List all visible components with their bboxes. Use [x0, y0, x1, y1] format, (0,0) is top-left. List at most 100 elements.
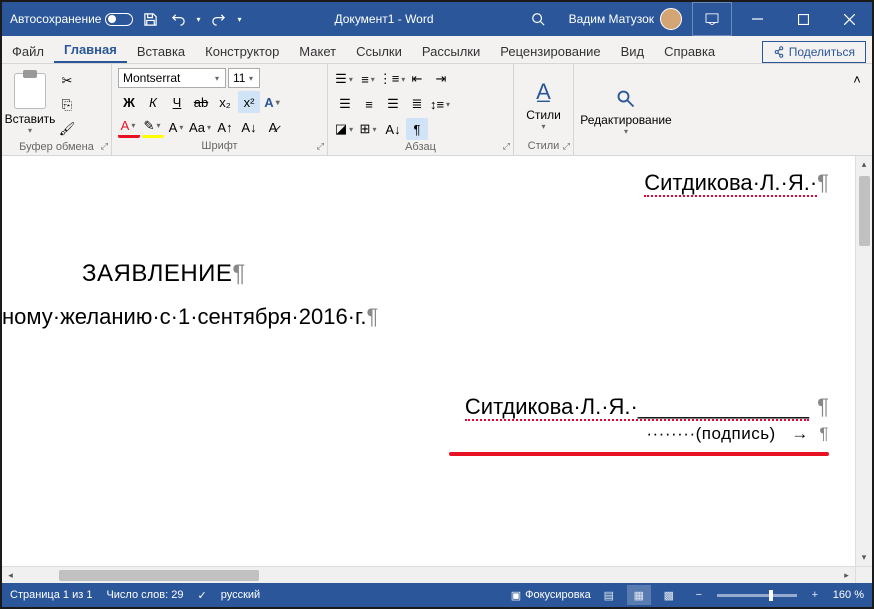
search-button[interactable] — [515, 2, 561, 36]
annotation-underline — [449, 452, 829, 456]
app-window: Автосохранение ▾ ▾ Документ1 - Word — [0, 0, 874, 609]
copy-button[interactable]: ⎘ — [56, 94, 78, 116]
tab-layout[interactable]: Макет — [289, 39, 346, 63]
bullets-button[interactable]: ☰▾ — [334, 68, 356, 90]
grow-font-button[interactable]: A↑ — [214, 116, 236, 138]
read-mode-button[interactable]: ▤ — [597, 585, 621, 605]
font-color-button[interactable]: А▾ — [118, 116, 140, 138]
document-page[interactable]: Ситдикова·Л.·Я.·¶ ЗАЯВЛЕНИЕ¶ ному·желани… — [2, 156, 855, 566]
minimize-button[interactable] — [734, 2, 780, 36]
align-left-button[interactable]: ☰ — [334, 93, 356, 115]
format-painter-button[interactable]: 🖌 — [56, 118, 78, 140]
font-name-combo[interactable]: Montserrat▾ — [118, 68, 226, 88]
group-editing: Редактирование ▾ — [574, 64, 678, 155]
align-right-button[interactable]: ☰ — [382, 93, 404, 115]
page-indicator[interactable]: Страница 1 из 1 — [10, 589, 92, 601]
autosave-toggle[interactable] — [105, 13, 133, 26]
subscript-button[interactable]: x₂ — [214, 91, 236, 113]
multilevel-button[interactable]: ⋮≡▾ — [382, 68, 404, 90]
print-layout-button[interactable]: ▦ — [627, 585, 651, 605]
tab-design[interactable]: Конструктор — [195, 39, 289, 63]
spellcheck-icon[interactable]: ✓ — [198, 589, 207, 602]
ribbon-tabs: Файл Главная Вставка Конструктор Макет С… — [2, 36, 872, 64]
line-spacing-button[interactable]: ↕≡▾ — [430, 93, 452, 115]
scroll-down-button[interactable]: ▾ — [856, 549, 872, 566]
text-signature: ········(подпись) → ¶ — [646, 424, 829, 444]
styles-icon: A̲ — [536, 79, 551, 105]
tab-view[interactable]: Вид — [611, 39, 655, 63]
collapse-ribbon-button[interactable]: ˄ — [846, 68, 868, 90]
vertical-scrollbar[interactable]: ▴ ▾ — [855, 156, 872, 583]
redo-button[interactable] — [205, 6, 231, 32]
shrink-font-button[interactable]: A↓ — [238, 116, 260, 138]
horizontal-scrollbar[interactable]: ◂ ▸ — [2, 566, 855, 583]
word-count[interactable]: Число слов: 29 — [106, 589, 183, 601]
ribbon: Вставить ▾ ✂ ⎘ 🖌 Буфер обмена ⤢ Montserr… — [2, 64, 872, 156]
tab-references[interactable]: Ссылки — [346, 39, 412, 63]
scroll-up-button[interactable]: ▴ — [856, 156, 872, 173]
bold-button[interactable]: Ж — [118, 91, 140, 113]
highlight-button[interactable]: ✎▾ — [142, 116, 164, 138]
document-area: Ситдикова·Л.·Я.·¶ ЗАЯВЛЕНИЕ¶ ному·желани… — [2, 156, 872, 583]
ribbon-display-options[interactable] — [692, 2, 732, 36]
undo-dropdown[interactable]: ▾ — [193, 6, 203, 32]
tab-home[interactable]: Главная — [54, 37, 127, 63]
group-font: Montserrat▾ 11▾ Ж К Ч ab x₂ x² A▾ А▾ ✎▾ … — [112, 64, 328, 155]
tab-mailings[interactable]: Рассылки — [412, 39, 490, 63]
zoom-in-button[interactable]: + — [803, 585, 827, 605]
scroll-left-button[interactable]: ◂ — [2, 567, 19, 583]
maximize-button[interactable] — [780, 2, 826, 36]
font-fill-button[interactable]: A▾ — [166, 116, 188, 138]
scroll-right-button[interactable]: ▸ — [838, 567, 855, 583]
zoom-out-button[interactable]: − — [687, 585, 711, 605]
font-size-combo[interactable]: 11▾ — [228, 68, 260, 88]
cut-button[interactable]: ✂ — [56, 70, 78, 92]
paragraph-launcher[interactable]: ⤢ — [503, 141, 510, 152]
find-icon — [616, 89, 636, 109]
increase-indent-button[interactable]: ⇥ — [430, 68, 452, 90]
styles-button[interactable]: A̲ Стили ▾ — [520, 68, 567, 139]
strikethrough-button[interactable]: ab — [190, 91, 212, 113]
undo-button[interactable] — [165, 6, 191, 32]
focus-mode[interactable]: ▣ Фокусировка — [511, 589, 591, 602]
paste-button[interactable]: Вставить ▾ — [8, 68, 52, 140]
hscroll-thumb[interactable] — [59, 570, 259, 581]
tab-help[interactable]: Справка — [654, 39, 725, 63]
superscript-button[interactable]: x² — [238, 91, 260, 113]
clipboard-launcher[interactable]: ⤢ — [101, 141, 108, 152]
language-indicator[interactable]: русский — [221, 589, 260, 601]
user-account[interactable]: Вадим Матузок — [561, 8, 690, 30]
shading-button[interactable]: ◪▾ — [334, 118, 356, 140]
editing-button[interactable]: Редактирование ▾ — [580, 68, 672, 153]
share-button[interactable]: Поделиться — [762, 41, 866, 63]
tab-review[interactable]: Рецензирование — [490, 39, 610, 63]
clipboard-icon — [14, 73, 46, 109]
styles-launcher[interactable]: ⤢ — [563, 141, 570, 152]
borders-button[interactable]: ⊞▾ — [358, 118, 380, 140]
clear-formatting-button[interactable]: A̷ — [262, 116, 284, 138]
show-marks-button[interactable]: ¶ — [406, 118, 428, 140]
italic-button[interactable]: К — [142, 91, 164, 113]
font-launcher[interactable]: ⤢ — [317, 141, 324, 152]
tab-file[interactable]: Файл — [2, 39, 54, 63]
numbering-button[interactable]: ≡▾ — [358, 68, 380, 90]
save-button[interactable] — [137, 6, 163, 32]
align-center-button[interactable]: ≡ — [358, 93, 380, 115]
scroll-thumb[interactable] — [859, 176, 870, 246]
qat-customize[interactable]: ▾ — [233, 6, 245, 32]
decrease-indent-button[interactable]: ⇤ — [406, 68, 428, 90]
doc-title: Документ1 - Word — [335, 12, 434, 26]
titlebar: Автосохранение ▾ ▾ Документ1 - Word — [2, 2, 872, 36]
close-button[interactable] — [826, 2, 872, 36]
sort-button[interactable]: A↓ — [382, 118, 404, 140]
zoom-slider[interactable] — [717, 594, 797, 597]
underline-button[interactable]: Ч — [166, 91, 188, 113]
user-name: Вадим Матузок — [569, 12, 654, 26]
zoom-level[interactable]: 160 % — [833, 589, 864, 601]
tab-insert[interactable]: Вставка — [127, 39, 195, 63]
justify-button[interactable]: ≣ — [406, 93, 428, 115]
web-layout-button[interactable]: ▩ — [657, 585, 681, 605]
group-paragraph: ☰▾ ≡▾ ⋮≡▾ ⇤ ⇥ ☰ ≡ ☰ ≣ ↕≡▾ ◪▾ ⊞▾ A↓ — [328, 64, 514, 155]
change-case-button[interactable]: Aa▾ — [190, 116, 212, 138]
text-effects-button[interactable]: A▾ — [262, 91, 284, 113]
